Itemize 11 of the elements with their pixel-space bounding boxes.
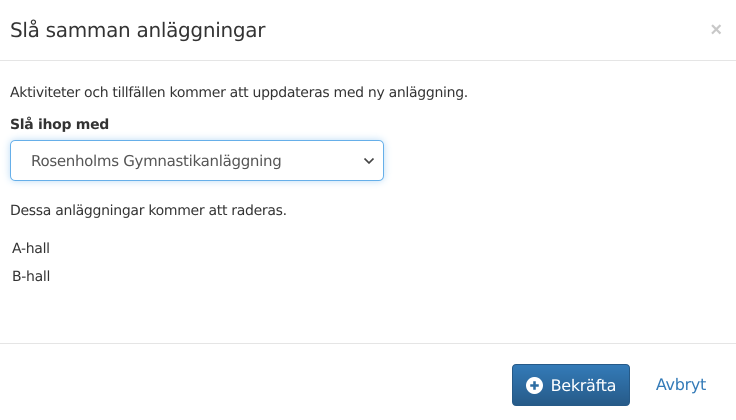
info-text: Aktiviteter och tillfällen kommer att uppdateras med ny anläggning. — [10, 85, 469, 101]
field-label: Slå ihop med — [10, 117, 110, 133]
facility-name: A-hall — [12, 241, 51, 257]
dialog-title: Slå samman anläggningar — [10, 18, 266, 42]
delete-info-text: Dessa anläggningar kommer att raderas. — [10, 203, 288, 219]
plus-circle-icon — [526, 376, 543, 394]
facility-name: B-hall — [12, 269, 52, 285]
confirm-button[interactable]: Bekräfta — [512, 364, 630, 406]
cancel-link[interactable]: Avbryt — [656, 375, 706, 394]
chevron-down-icon — [363, 156, 375, 164]
facility-select[interactable]: Rosenholms Gymnastikanläggning — [10, 140, 384, 181]
